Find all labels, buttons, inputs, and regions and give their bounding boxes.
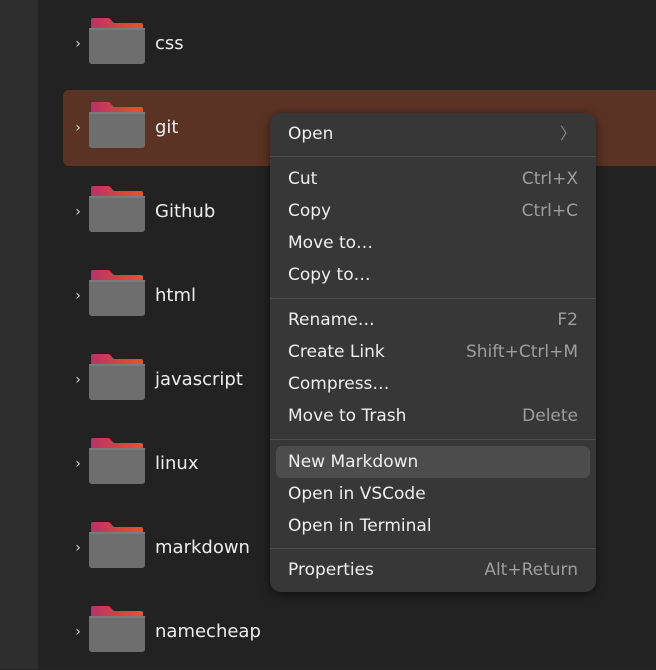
- menu-separator: [270, 298, 596, 299]
- folder-icon: [89, 600, 145, 652]
- expander-chevron-icon[interactable]: ›: [73, 34, 83, 54]
- expander-chevron-icon[interactable]: ›: [73, 118, 83, 138]
- context-menu: Open 〉 Cut Ctrl+X Copy Ctrl+C Move to… C…: [270, 113, 596, 592]
- folder-name: markdown: [155, 537, 250, 558]
- folder-name: Github: [155, 201, 216, 222]
- expander-chevron-icon[interactable]: ›: [73, 202, 83, 222]
- shortcut-label: F2: [557, 310, 578, 330]
- menu-item-move-to-trash[interactable]: Move to Trash Delete: [276, 400, 590, 432]
- folder-name: linux: [155, 453, 199, 474]
- menu-item-copy-to[interactable]: Copy to…: [276, 259, 590, 291]
- menu-separator: [270, 156, 596, 157]
- menu-item-properties[interactable]: Properties Alt+Return: [276, 554, 590, 586]
- folder-name: javascript: [155, 369, 243, 390]
- menu-item-compress[interactable]: Compress…: [276, 368, 590, 400]
- menu-item-cut[interactable]: Cut Ctrl+X: [276, 163, 590, 195]
- shortcut-label: Delete: [522, 406, 578, 426]
- folder-name: namecheap: [155, 621, 261, 642]
- menu-item-open-in-terminal[interactable]: Open in Terminal: [276, 510, 590, 542]
- shortcut-label: Ctrl+C: [521, 201, 578, 221]
- menu-separator: [270, 548, 596, 549]
- menu-item-copy[interactable]: Copy Ctrl+C: [276, 195, 590, 227]
- folder-row-css[interactable]: › css: [63, 6, 656, 82]
- folder-row-namecheap[interactable]: › namecheap: [63, 594, 656, 670]
- menu-item-create-link[interactable]: Create Link Shift+Ctrl+M: [276, 336, 590, 368]
- folder-icon: [89, 96, 145, 148]
- expander-chevron-icon[interactable]: ›: [73, 622, 83, 642]
- shortcut-label: Ctrl+X: [521, 169, 578, 189]
- folder-icon: [89, 432, 145, 484]
- shortcut-label: Alt+Return: [484, 560, 578, 580]
- menu-separator: [270, 439, 596, 440]
- folder-name: html: [155, 285, 197, 306]
- expander-chevron-icon[interactable]: ›: [73, 370, 83, 390]
- chevron-right-icon: 〉: [559, 124, 576, 143]
- sidebar-edge: [0, 0, 38, 669]
- expander-chevron-icon[interactable]: ›: [73, 538, 83, 558]
- menu-item-move-to[interactable]: Move to…: [276, 227, 590, 259]
- shortcut-label: Shift+Ctrl+M: [465, 342, 578, 362]
- folder-icon: [89, 264, 145, 316]
- folder-name: css: [155, 33, 184, 54]
- folder-icon: [89, 12, 145, 64]
- menu-item-rename[interactable]: Rename… F2: [276, 304, 590, 336]
- menu-item-new-markdown[interactable]: New Markdown: [276, 446, 590, 478]
- folder-icon: [89, 516, 145, 568]
- expander-chevron-icon[interactable]: ›: [73, 454, 83, 474]
- expander-chevron-icon[interactable]: ›: [73, 286, 83, 306]
- folder-name: git: [155, 117, 179, 138]
- menu-item-open[interactable]: Open 〉: [276, 118, 590, 150]
- menu-item-open-in-vscode[interactable]: Open in VSCode: [276, 478, 590, 510]
- folder-icon: [89, 180, 145, 232]
- folder-icon: [89, 348, 145, 400]
